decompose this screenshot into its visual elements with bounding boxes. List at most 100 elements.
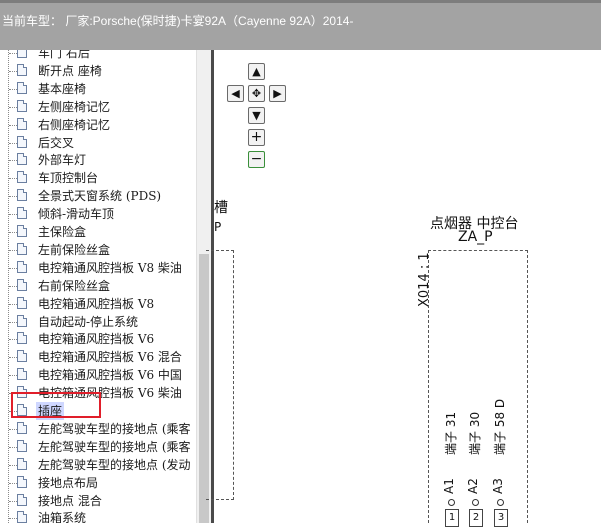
pan-up-button[interactable]: ▲ <box>248 63 265 80</box>
tree-item-label: 外部车灯 <box>38 153 87 168</box>
document-icon <box>17 189 27 202</box>
tree-item-label: 主保险盒 <box>38 225 87 239</box>
partial-component-code: P <box>214 220 222 234</box>
tree-item[interactable]: 全景式天窗系统 (PDS) <box>0 187 196 205</box>
document-icon <box>17 99 27 112</box>
zoom-in-button[interactable]: + <box>248 129 265 146</box>
connector-id: X014 : 1 <box>417 252 432 307</box>
document-icon <box>17 50 27 58</box>
tree-branch-line <box>9 339 17 341</box>
tree-item[interactable]: 后交叉 <box>0 134 196 152</box>
pin-terminal-a3[interactable] <box>497 499 504 506</box>
tree-branch-line <box>9 142 17 144</box>
highlight-box <box>11 392 101 418</box>
tree-item[interactable]: 左舵驾驶车型的接地点 (乘客 <box>0 420 196 438</box>
tree-branch-line <box>9 446 17 448</box>
vehicle-model-title: 当前车型： 厂家:Porsche(保时捷)卡宴92A（Cayenne 92A）2… <box>2 14 354 28</box>
document-icon <box>17 421 27 434</box>
tree-item[interactable]: 左舵驾驶车型的接地点 (乘客 <box>0 438 196 456</box>
pan-center-button[interactable]: ✥ <box>248 85 265 102</box>
tree-branch-line <box>9 70 17 72</box>
tree-branch-line <box>9 285 17 287</box>
tree-item-label: 接地点布局 <box>38 475 99 490</box>
zoom-out-button[interactable]: − <box>248 151 265 168</box>
document-icon <box>17 457 27 470</box>
pin-terminal-a1[interactable] <box>448 499 455 506</box>
tree-item-label: 接地点 混合 <box>38 493 102 508</box>
tree-item-label: 基本座椅 <box>38 81 87 96</box>
tree-item[interactable]: 油箱系统 <box>0 509 196 523</box>
tree-item[interactable]: 断开点 座椅 <box>0 62 196 80</box>
tree-item-label: 电控箱通风腔挡板 V6 <box>38 332 155 347</box>
document-icon <box>17 332 27 345</box>
tree-item[interactable]: 电控箱通风腔挡板 V8 柴油 <box>0 259 196 277</box>
adjacent-component-outline[interactable] <box>206 250 234 500</box>
tree-item[interactable]: 右侧座椅记忆 <box>0 116 196 134</box>
tree-branch-line <box>9 214 17 216</box>
tree-item[interactable]: 右前保险丝盒 <box>0 277 196 295</box>
tree-item[interactable]: 电控箱通风腔挡板 V6 中国 <box>0 366 196 384</box>
document-icon <box>17 260 27 273</box>
tree-item-label: 电控箱通风腔挡板 V8 柴油 <box>38 260 182 275</box>
partial-component-label: 槽 <box>214 200 228 216</box>
pin-terminal-a2[interactable] <box>472 499 479 506</box>
document-icon <box>17 242 27 255</box>
document-icon <box>17 493 27 506</box>
tree-item-label: 油箱系统 <box>38 511 87 523</box>
pan-down-button[interactable]: ▼ <box>248 107 265 124</box>
document-icon <box>17 296 27 309</box>
tree-branch-line <box>9 357 17 359</box>
tree-branch-line <box>9 464 17 466</box>
tree-item[interactable]: 主保险盒 <box>0 223 196 241</box>
document-icon <box>17 225 27 237</box>
tree-item-label: 左舵驾驶车型的接地点 (乘客 <box>38 421 191 436</box>
tree-item-label: 左舵驾驶车型的接地点 (乘客 <box>38 439 191 454</box>
tree-item-label: 自动起动-停止系统 <box>38 314 139 329</box>
plus-icon: + <box>250 129 263 145</box>
tree-item-label: 左前保险丝盒 <box>38 242 111 257</box>
document-icon <box>17 153 27 166</box>
tree-item[interactable]: 车门 右后 <box>0 50 196 62</box>
tree-branch-line <box>9 428 17 430</box>
tree-item[interactable]: 外部车灯 <box>0 151 196 169</box>
pin-number-3: 3 <box>494 509 508 527</box>
tree-branch-line <box>9 53 17 54</box>
tree-item[interactable]: 左前保险丝盒 <box>0 241 196 259</box>
tree-branch-line <box>9 249 17 251</box>
pin-desc-a1: 端子 31 <box>444 411 458 455</box>
document-icon <box>17 81 27 94</box>
tree-item[interactable]: 基本座椅 <box>0 80 196 98</box>
tree-branch-line <box>9 375 17 377</box>
pin-id-a3: A3 <box>491 478 505 494</box>
tree-item[interactable]: 电控箱通风腔挡板 V8 <box>0 295 196 313</box>
wiring-diagram-canvas[interactable] <box>214 50 601 523</box>
tree-branch-line <box>9 196 17 198</box>
tree-item-label: 车顶控制台 <box>38 171 99 186</box>
tree-item-label: 倾斜-滑动车顶 <box>38 207 115 222</box>
tree-item[interactable]: 电控箱通风腔挡板 V6 <box>0 330 196 348</box>
tree-item-label: 右前保险丝盒 <box>38 278 111 293</box>
tree-item-label: 电控箱通风腔挡板 V8 <box>38 296 155 311</box>
tree-item-label: 左舵驾驶车型的接地点 (发动 <box>38 457 191 472</box>
tree-item[interactable]: 接地点 混合 <box>0 492 196 510</box>
tree-branch-line <box>9 518 17 520</box>
tree-item-label: 全景式天窗系统 (PDS) <box>38 189 162 204</box>
tree-item[interactable]: 左舵驾驶车型的接地点 (发动 <box>0 456 196 474</box>
tree-item[interactable]: 左侧座椅记忆 <box>0 98 196 116</box>
pin-id-a2: A2 <box>466 478 480 494</box>
tree-branch-line <box>9 267 17 269</box>
tree-item-label: 后交叉 <box>38 135 75 150</box>
tree-item[interactable]: 倾斜-滑动车顶 <box>0 205 196 223</box>
tree-item[interactable]: 接地点布局 <box>0 474 196 492</box>
tree-branch-line <box>9 500 17 502</box>
pan-left-button[interactable]: ◀ <box>227 85 244 102</box>
pin-id-a1: A1 <box>442 478 456 494</box>
pin-desc-a3: 端子 58 D <box>493 398 507 455</box>
tree-item[interactable]: 电控箱通风腔挡板 V6 混合 <box>0 348 196 366</box>
pan-right-button[interactable]: ▶ <box>269 85 286 102</box>
document-icon <box>17 63 27 76</box>
component-tree[interactable]: 车门 右后 断开点 座椅 基本座椅左侧座椅记忆 右侧座椅记忆 后交叉外部车灯车顶控制台全… <box>0 50 196 523</box>
tree-branch-line <box>9 303 17 305</box>
tree-item[interactable]: 车顶控制台 <box>0 169 196 187</box>
tree-item[interactable]: 自动起动-停止系统 <box>0 313 196 331</box>
